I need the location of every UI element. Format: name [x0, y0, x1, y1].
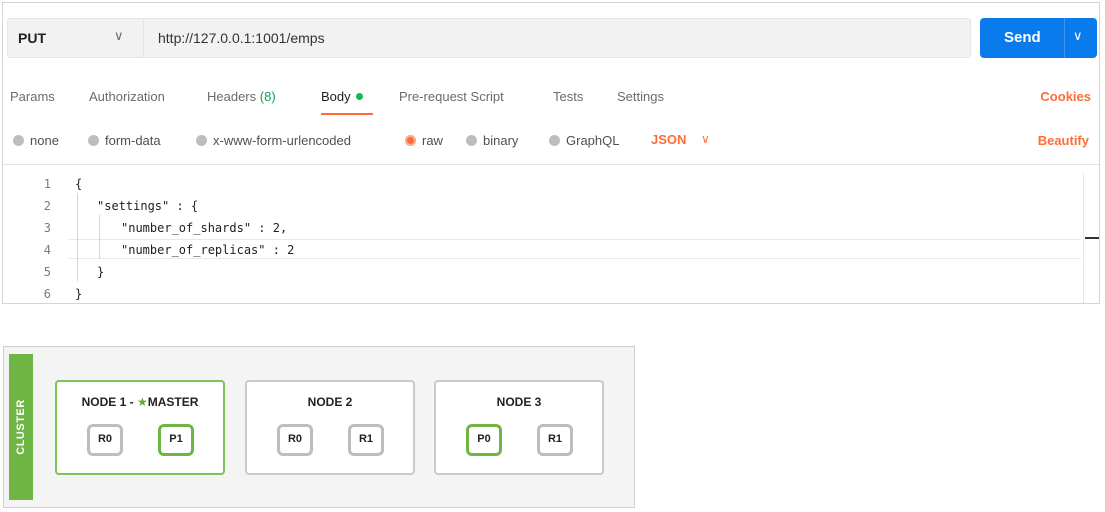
- body-type-options: none form-data x-www-form-urlencoded raw…: [3, 129, 1099, 153]
- body-option-urlencoded[interactable]: x-www-form-urlencoded: [196, 133, 351, 148]
- chevron-down-icon[interactable]: ∨: [701, 132, 710, 146]
- radio-selected-icon: [405, 135, 416, 146]
- code-line: "settings" : {: [97, 199, 199, 213]
- body-option-none[interactable]: none: [13, 133, 59, 148]
- chevron-down-icon: ∨: [114, 28, 124, 43]
- line-number: 5: [43, 265, 51, 279]
- tab-tests[interactable]: Tests: [553, 89, 583, 104]
- shard-replica: R0: [87, 424, 123, 456]
- shard-label: P1: [169, 433, 183, 445]
- code-line: "number_of_shards" : 2,: [121, 221, 288, 235]
- code-line: }: [75, 287, 83, 301]
- code-line: }: [97, 265, 105, 279]
- method-select[interactable]: PUT ∨: [8, 19, 144, 57]
- radio-icon: [549, 135, 560, 146]
- node-2: NODE 2 R0 R1: [245, 380, 415, 475]
- shard-primary: P0: [466, 424, 502, 456]
- node-title: NODE 1 - ★MASTER: [57, 395, 223, 409]
- divider: [3, 164, 1099, 165]
- line-number: 2: [43, 199, 51, 213]
- shard-label: P0: [477, 433, 491, 445]
- code-editor[interactable]: 1 2 3 4 5 6 { "settings" : { "number_of_…: [3, 173, 1099, 303]
- url-input[interactable]: http://127.0.0.1:1001/emps: [158, 30, 325, 46]
- tab-label: Settings: [617, 89, 664, 104]
- headers-count: (8): [259, 89, 276, 104]
- body-option-graphql[interactable]: GraphQL: [549, 133, 619, 148]
- node-3: NODE 3 P0 R1: [434, 380, 604, 475]
- cluster-band: CLUSTER: [9, 354, 33, 500]
- body-option-binary[interactable]: binary: [466, 133, 518, 148]
- cookies-link[interactable]: Cookies: [1040, 89, 1091, 104]
- request-tabs: Params Authorization Headers (8) Body Pr…: [3, 83, 1099, 117]
- send-divider: [1064, 18, 1065, 58]
- shard-primary: P1: [158, 424, 194, 456]
- tab-body[interactable]: Body: [321, 89, 363, 104]
- indent-guide: [77, 193, 78, 281]
- cluster-diagram: CLUSTER NODE 1 - ★MASTER R0 P1 NODE 2 R0…: [3, 346, 635, 508]
- tab-label: Pre-request Script: [399, 89, 504, 104]
- shard-label: R1: [547, 433, 563, 445]
- beautify-button[interactable]: Beautify: [1038, 133, 1089, 148]
- active-tab-indicator: [321, 113, 373, 115]
- tab-authorization[interactable]: Authorization: [89, 89, 165, 104]
- node-title: NODE 3: [496, 395, 542, 409]
- tab-label: Authorization: [89, 89, 165, 104]
- radio-icon: [466, 135, 477, 146]
- send-label: Send: [1004, 29, 1041, 46]
- code-line: "number_of_replicas" : 2: [121, 243, 295, 257]
- option-label: none: [30, 133, 59, 148]
- tab-params[interactable]: Params: [10, 89, 55, 104]
- line-number: 1: [43, 177, 51, 191]
- shard-label: R0: [287, 433, 303, 445]
- line-number: 3: [43, 221, 51, 235]
- option-label: raw: [422, 133, 443, 148]
- format-select[interactable]: JSON: [651, 132, 686, 147]
- body-option-raw[interactable]: raw: [405, 133, 443, 148]
- tab-headers[interactable]: Headers (8): [207, 89, 276, 104]
- body-option-form-data[interactable]: form-data: [88, 133, 161, 148]
- shard-label: R0: [97, 433, 113, 445]
- star-icon: ★: [136, 395, 148, 409]
- scrollbar-track[interactable]: [1083, 173, 1084, 303]
- url-bar: PUT ∨ http://127.0.0.1:1001/emps: [7, 18, 971, 58]
- shard-label: R1: [358, 433, 374, 445]
- line-number: 4: [43, 243, 51, 257]
- option-label: GraphQL: [566, 133, 620, 148]
- shard-replica: R1: [348, 424, 384, 456]
- node-name: NODE 1 -: [81, 395, 137, 409]
- code-line: {: [75, 177, 83, 191]
- request-panel: PUT ∨ http://127.0.0.1:1001/emps Send ∨ …: [2, 2, 1100, 304]
- radio-icon: [13, 135, 24, 146]
- tab-label: Headers: [207, 89, 257, 104]
- master-label: MASTER: [147, 395, 199, 409]
- node-1: NODE 1 - ★MASTER R0 P1: [55, 380, 225, 475]
- tab-settings[interactable]: Settings: [617, 89, 664, 104]
- chevron-down-icon[interactable]: ∨: [1073, 28, 1083, 44]
- tab-label: Params: [10, 89, 55, 104]
- option-label: binary: [483, 133, 519, 148]
- scrollbar-marker: [1085, 237, 1099, 239]
- line-number: 6: [43, 287, 51, 301]
- tab-label: Tests: [553, 89, 584, 104]
- method-label: PUT: [18, 30, 46, 46]
- send-button[interactable]: Send ∨: [980, 18, 1097, 58]
- indent-guide: [99, 215, 100, 259]
- shard-replica: R0: [277, 424, 313, 456]
- radio-icon: [88, 135, 99, 146]
- tab-label: Body: [321, 89, 351, 104]
- option-label: x-www-form-urlencoded: [213, 133, 351, 148]
- shard-replica: R1: [537, 424, 573, 456]
- radio-icon: [196, 135, 207, 146]
- option-label: form-data: [105, 133, 161, 148]
- tab-pre-request-script[interactable]: Pre-request Script: [399, 89, 504, 104]
- body-status-dot: [355, 93, 363, 100]
- cluster-label: CLUSTER: [15, 399, 27, 455]
- node-title: NODE 2: [307, 395, 353, 409]
